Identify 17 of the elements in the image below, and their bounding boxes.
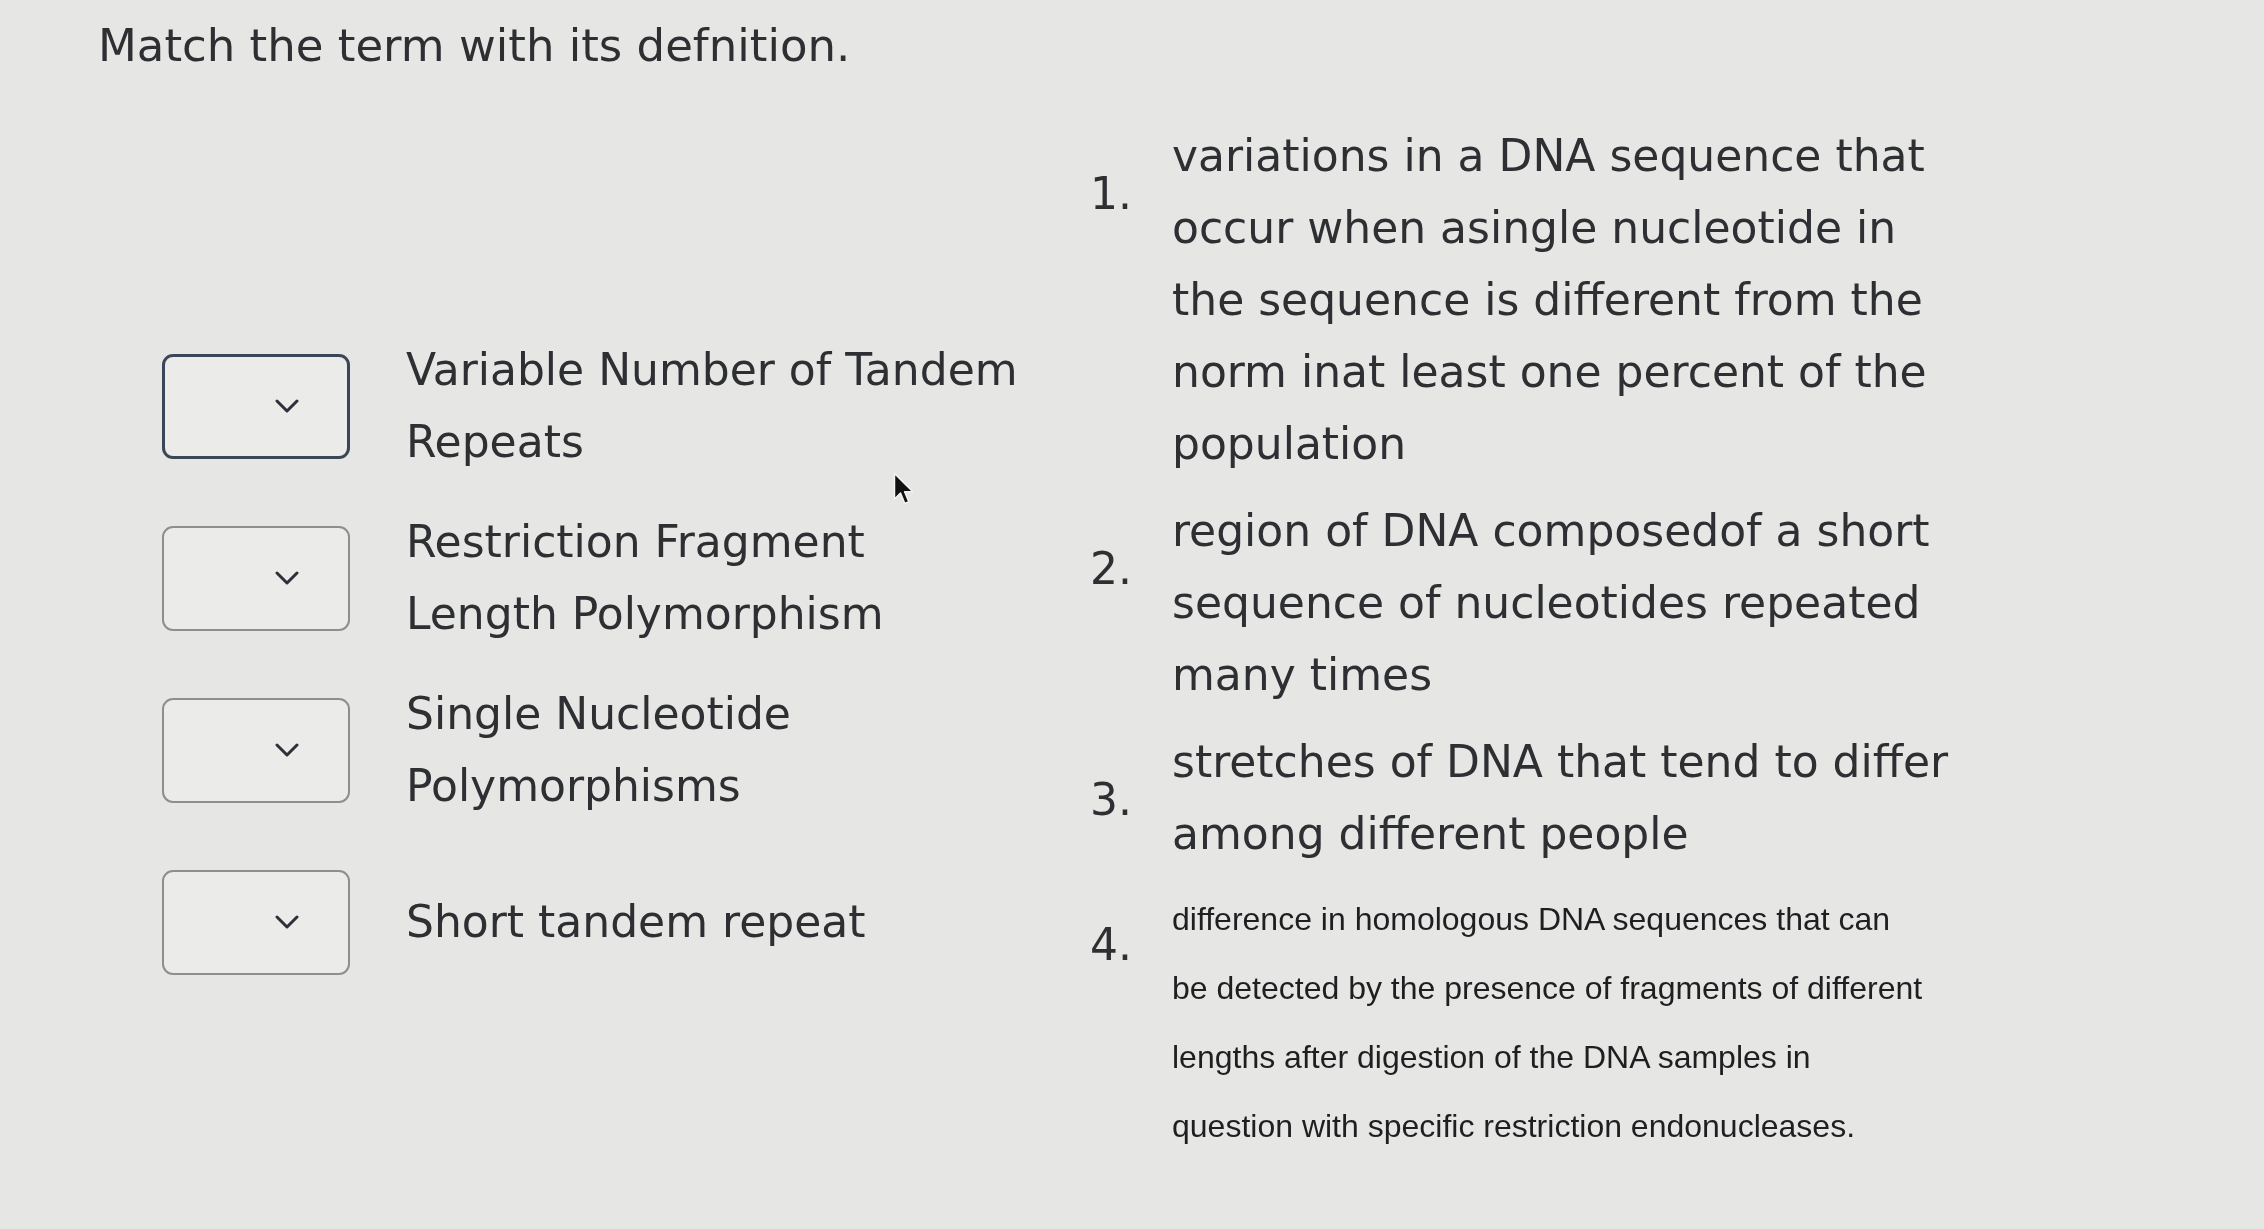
question-title: Match the term with its defnition. bbox=[98, 18, 851, 74]
answer-dropdown[interactable] bbox=[162, 353, 350, 459]
item-number: 4. bbox=[1090, 919, 1132, 970]
chevron-down-icon bbox=[275, 571, 299, 585]
item-number: 2. bbox=[1090, 543, 1132, 594]
item-number: 1. bbox=[1090, 168, 1132, 219]
chevron-down-icon bbox=[275, 399, 299, 413]
term-label: Restriction Fragment Length Polymorphism bbox=[406, 516, 884, 639]
definition-text: difference in homologous DNA sequences that can be detected by the presence of fragments of different lengths after digestion of the DNA samples in question with specific restriction endonucleases. bbox=[1172, 900, 1924, 1146]
term-label: Variable Number of Tandem Repeats bbox=[406, 344, 1018, 467]
definition-text: stretches of DNA that tend to differ among different people bbox=[1172, 735, 1950, 861]
term-label: Single Nucleotide Polymorphisms bbox=[406, 688, 791, 811]
chevron-down-icon bbox=[275, 915, 299, 929]
item-number: 3. bbox=[1090, 774, 1132, 825]
chevron-down-icon bbox=[275, 743, 299, 757]
mouse-pointer-icon bbox=[893, 472, 915, 506]
term-label: Short tandem repeat bbox=[406, 896, 866, 947]
